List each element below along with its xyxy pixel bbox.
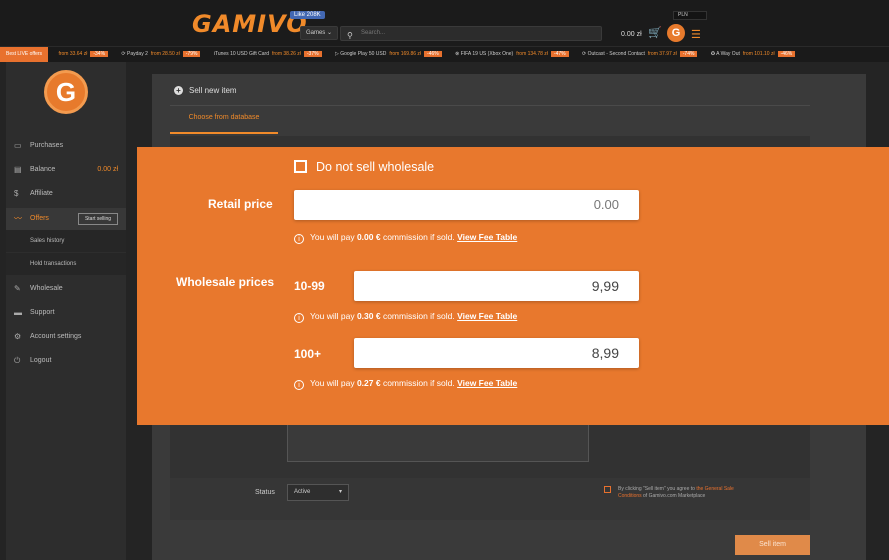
user-avatar[interactable]: G [667,24,685,42]
balance-value: 0.00 zł [97,166,118,173]
games-dropdown[interactable]: Games ⌄ [300,26,338,40]
chat-icon: ▬ [14,308,22,317]
sidebar-item-offers[interactable]: 〰 Offers Start selling [6,208,126,230]
ticker-item[interactable]: iTunes 10 USD Gift Card from 38.26 zł -37% [214,47,322,62]
chevron-down-icon: ▾ [338,489,342,495]
facebook-like-button[interactable]: Like 208K [290,11,325,19]
start-selling-button[interactable]: Start selling [78,213,118,225]
terms-checkbox[interactable] [604,486,611,493]
view-fee-table-link[interactable]: View Fee Table [457,378,517,388]
view-fee-table-link[interactable]: View Fee Table [457,232,517,242]
sidebar: G ▭ Purchases ▤ Balance 0.00 zł $ Affiliate… [6,62,126,560]
sidebar-item-logout[interactable]: ⏻ Logout [6,350,126,372]
ticker-item[interactable]: ✪ A Way Out from 101.10 zł -46% [711,47,796,62]
terms-agreement: By clicking "Sell item" you agree to the… [604,486,734,500]
cart-icon[interactable]: 🛒 [648,26,662,39]
tier-range-label: 100+ [294,347,322,361]
search-placeholder: Search... [361,30,386,36]
plus-circle-icon: + [174,86,183,95]
info-icon: i [294,313,304,323]
ticker-item[interactable]: ▷ Google Play 50 USD from 169.86 zł -46% [335,47,442,62]
tab-choose-from-database[interactable]: Choose from database [170,114,278,134]
ticker-item[interactable]: ⊗ FIFA 19 US (Xbox One) from 134.78 zł -47… [455,47,569,62]
menu-icon[interactable]: ☰ [691,28,701,41]
sidebar-subitem-sales-history[interactable]: Sales history [6,230,126,252]
ticker-item[interactable]: ⟳ Outcast - Second Contact from 37.97 zł -… [582,47,698,62]
retail-commission-note: i You will pay 0.00 € commission if sold.… [294,231,517,244]
wallet-balance: 0.00 zł [621,31,642,38]
search-icon: ⚲ [347,31,353,40]
status-label: Status [255,489,275,496]
view-fee-table-link[interactable]: View Fee Table [457,311,517,321]
handshake-icon: ✎ [14,284,21,293]
status-select[interactable]: Active ▾ [287,484,349,501]
wholesale-prices-label: Wholesale prices [176,275,275,289]
wholesale-price-input-tier2[interactable]: 8,99 [354,338,639,368]
tier-range-label: 10-99 [294,279,325,293]
sidebar-item-purchases[interactable]: ▭ Purchases [6,135,126,157]
sidebar-subitem-hold-transactions[interactable]: Hold transactions [6,253,126,275]
power-icon: ⏻ [14,356,21,365]
divider [170,105,810,106]
checkbox-box[interactable] [294,160,307,173]
profile-avatar[interactable]: G [44,70,88,114]
ticker-item[interactable]: ⟳ Payday 2 from 28.50 zł -79% [121,47,201,62]
ticker-label: Best LIVE offers [0,47,49,62]
page-title: + Sell new item [174,86,237,95]
retail-price-input[interactable]: 0.00 [294,190,639,220]
card-icon: ▭ [14,141,22,150]
ticker-item[interactable]: from 33.64 zł -34% [55,47,109,62]
sell-item-button[interactable]: Sell item [735,535,810,555]
sidebar-item-affiliate[interactable]: $ Affiliate [6,183,126,205]
wholesale-price-input-tier1[interactable]: 9,99 [354,271,639,301]
wallet-icon: ▤ [14,165,22,174]
gear-icon: ⚙ [14,332,22,341]
info-icon: i [294,234,304,244]
search-input[interactable]: ⚲ Search... [340,26,602,41]
tier1-commission-note: i You will pay 0.30 € commission if sold.… [294,310,517,323]
description-textarea[interactable] [287,420,589,462]
info-icon: i [294,380,304,390]
currency-select[interactable]: PLN [673,11,707,20]
sidebar-item-support[interactable]: ▬ Support [6,302,126,324]
dollar-icon: $ [14,189,19,198]
top-bar: GAMIVO Like 208K Games ⌄ ⚲ Search... PLN… [0,0,889,46]
chart-line-icon: 〰 [14,214,22,223]
live-offers-ticker: Best LIVE offers from 33.64 zł -34% ⟳ Pay… [0,46,889,62]
retail-price-label: Retail price [208,197,273,211]
sidebar-item-wholesale[interactable]: ✎ Wholesale [6,278,126,300]
sidebar-item-account-settings[interactable]: ⚙ Account settings [6,326,126,348]
sidebar-item-balance[interactable]: ▤ Balance 0.00 zł [6,159,126,181]
tier2-commission-note: i You will pay 0.27 € commission if sold.… [294,377,517,390]
